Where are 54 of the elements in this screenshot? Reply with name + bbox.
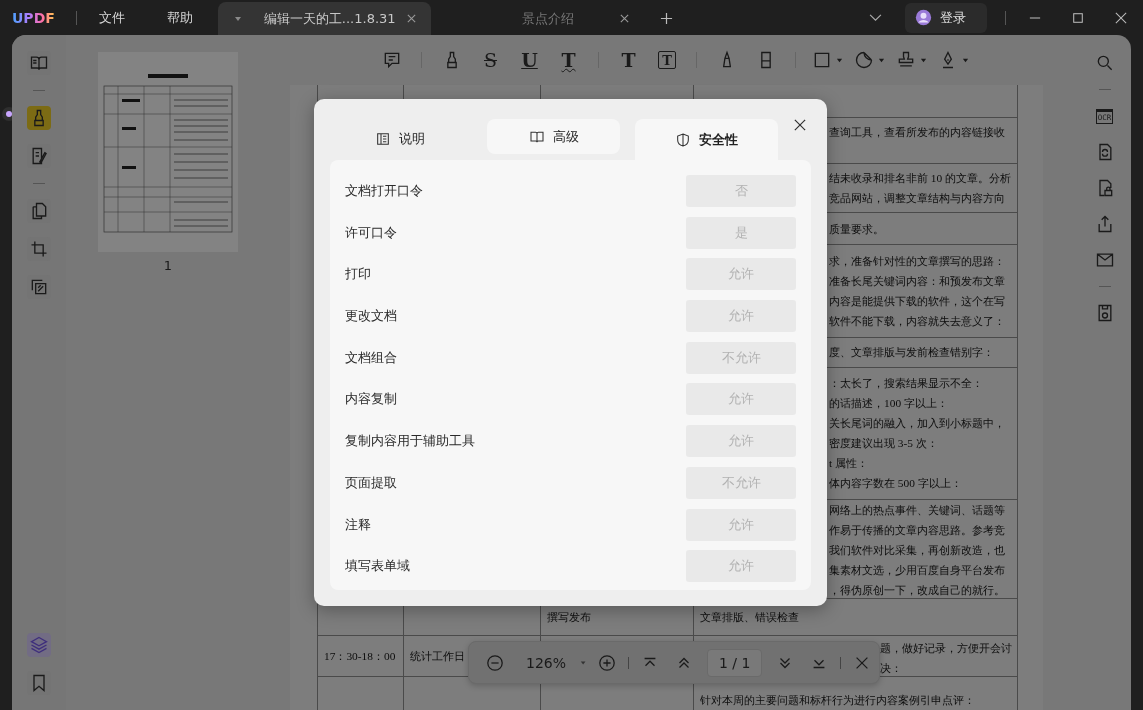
panel-handle[interactable] xyxy=(6,111,12,117)
setting-label: 内容复制 xyxy=(345,390,397,409)
caret-icon[interactable] xyxy=(233,14,242,23)
caret-icon xyxy=(835,56,843,64)
maximize-icon[interactable] xyxy=(1072,11,1084,24)
zoom-level[interactable]: 126% xyxy=(526,654,567,671)
text-tool[interactable]: T xyxy=(614,46,643,74)
setting-label: 许可口令 xyxy=(345,223,397,242)
dialog-tab[interactable]: 安全性 xyxy=(635,119,778,160)
sticker-icon xyxy=(853,50,874,70)
close-icon[interactable] xyxy=(794,119,806,131)
caret-icon xyxy=(877,56,885,64)
document-tab[interactable]: 编辑一天的工...1.8.31 xyxy=(217,2,431,35)
document-tab[interactable]: 景点介绍 xyxy=(430,2,644,35)
cell-text: 针对本周的主要问题和标杆行为进行内容案例引申点评： xyxy=(700,693,975,708)
page-field[interactable]: 1 / 1 xyxy=(707,648,763,677)
close-icon[interactable] xyxy=(618,13,630,24)
highlighter-icon[interactable] xyxy=(27,106,51,130)
panel-icon xyxy=(375,131,391,147)
layers-icon[interactable] xyxy=(27,633,51,657)
zoom-out-icon[interactable] xyxy=(486,653,504,672)
cell-text: 17：30-18：00 xyxy=(324,648,396,664)
menu-item[interactable]: 文件 xyxy=(98,8,125,27)
close-icon[interactable] xyxy=(1115,11,1127,24)
caret-icon xyxy=(961,56,969,64)
underline-tool[interactable]: U xyxy=(515,46,544,74)
caret-icon[interactable] xyxy=(580,658,587,667)
setting-label: 注释 xyxy=(345,515,371,534)
dialog-tab[interactable]: 高级 xyxy=(487,119,620,154)
caret-icon xyxy=(919,56,927,64)
chevron-down-icon[interactable] xyxy=(869,13,882,22)
setting-label: 更改文档 xyxy=(345,307,397,326)
textbox-tool[interactable]: T xyxy=(658,51,676,69)
setting-label: 文档组合 xyxy=(345,348,397,367)
shield-icon xyxy=(675,131,691,148)
zoom-in-icon[interactable] xyxy=(598,653,617,672)
cell-text: 统计工作日 xyxy=(410,648,465,664)
dialog-tab[interactable]: 说明 xyxy=(330,119,470,159)
setting-label: 页面提取 xyxy=(345,473,397,492)
page-thumbnail[interactable] xyxy=(98,52,238,252)
setting-label: 复制内容用于辅助工具 xyxy=(345,432,475,451)
cell-text: 题，做好记录，方便开会讨 决： xyxy=(880,641,1012,676)
cell-text: 文章排版、错误检查 xyxy=(700,610,799,625)
menu-item[interactable]: 帮助 xyxy=(166,8,193,27)
add-tab-icon[interactable] xyxy=(659,12,673,25)
login-button[interactable]: 登录 xyxy=(905,2,987,33)
setting-label: 文档打开口令 xyxy=(345,182,423,200)
setting-label: 打印 xyxy=(345,265,371,284)
avatar-icon xyxy=(915,9,932,26)
cell-text: 撰写发布 xyxy=(547,609,591,625)
setting-label: 填写表单域 xyxy=(345,557,410,576)
squiggly-tool[interactable]: T xyxy=(554,46,583,74)
strike-tool[interactable]: S xyxy=(476,46,505,74)
page-number: 1 xyxy=(163,258,173,273)
